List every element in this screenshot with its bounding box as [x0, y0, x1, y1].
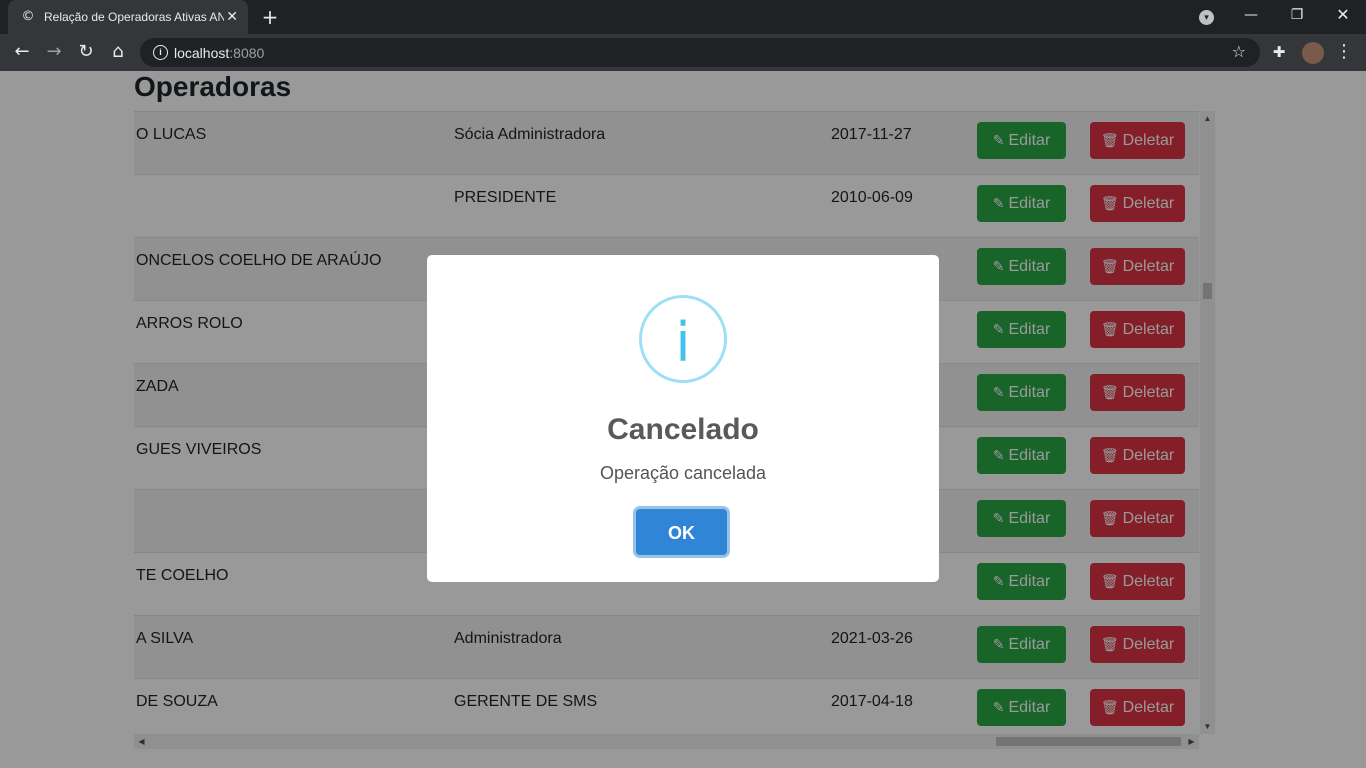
dialog-title: Cancelado	[607, 413, 759, 446]
forward-icon[interactable]: →	[42, 40, 66, 64]
info-icon: i	[639, 295, 727, 383]
back-icon[interactable]: ←	[10, 40, 34, 64]
tab-title: Relação de Operadoras Ativas AN	[44, 10, 224, 24]
profile-avatar[interactable]	[1302, 42, 1324, 64]
browser-toolbar: ← → ↻ ⌂ i localhost:8080 ☆ ✚ ⋮	[0, 34, 1366, 71]
tab-search-icon[interactable]: ▾	[1199, 10, 1214, 25]
address-bar[interactable]: i localhost:8080 ☆	[140, 38, 1260, 67]
url-text: localhost:8080	[174, 45, 265, 61]
extensions-icon[interactable]: ✚	[1267, 40, 1291, 64]
close-window-icon[interactable]: ✕	[1328, 0, 1358, 34]
tab-close-icon[interactable]: ✕	[226, 8, 238, 26]
dialog-message: Operação cancelada	[599, 463, 767, 483]
browser-tab-bar: © Relação de Operadoras Ativas AN ✕ + ▾ …	[0, 0, 1366, 34]
site-info-icon[interactable]: i	[153, 45, 168, 60]
new-tab-icon[interactable]: +	[258, 5, 282, 29]
ok-button[interactable]: OK	[636, 509, 727, 555]
alert-dialog: i Cancelado Operação cancelada OK	[427, 255, 939, 582]
browser-tab[interactable]: © Relação de Operadoras Ativas AN ✕	[8, 0, 248, 34]
restore-icon[interactable]: ❐	[1282, 0, 1312, 34]
reload-icon[interactable]: ↻	[74, 40, 98, 64]
minimize-icon[interactable]: —	[1236, 0, 1266, 34]
home-icon[interactable]: ⌂	[106, 40, 130, 64]
browser-menu-icon[interactable]: ⋮	[1332, 40, 1356, 64]
site-favicon-icon: ©	[21, 9, 35, 24]
bookmark-star-icon[interactable]: ☆	[1232, 42, 1246, 61]
